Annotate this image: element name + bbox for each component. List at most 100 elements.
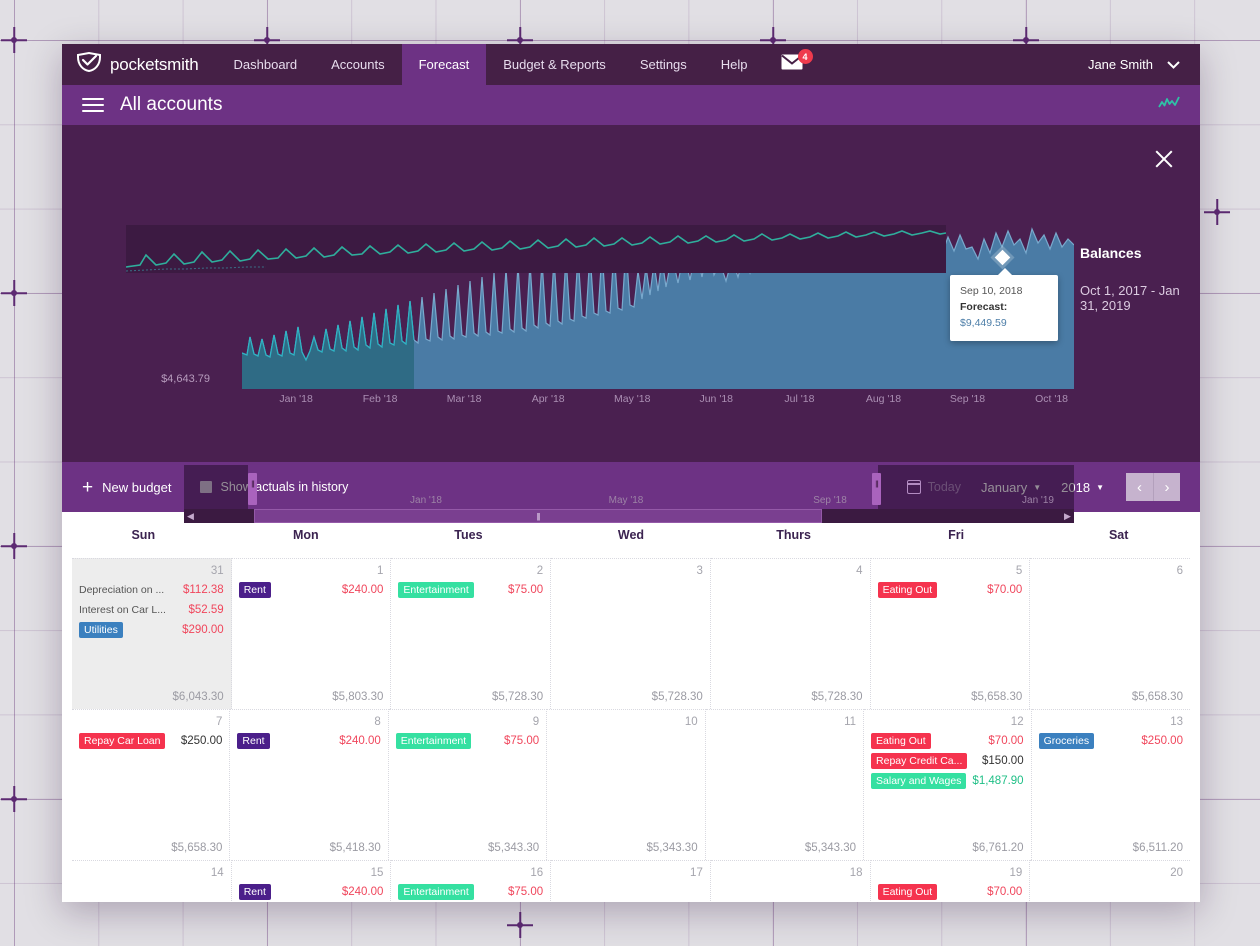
navigator-scrollbar[interactable]: ◀ ||| ▶ <box>184 509 1074 523</box>
day-balance: $6,043.30 <box>172 691 224 703</box>
navigator-handle-right[interactable] <box>872 473 881 505</box>
calendar-event[interactable]: Salary and Wages $1,487.90 <box>871 773 1024 789</box>
calendar-icon <box>906 480 921 494</box>
event-amount: $70.00 <box>988 735 1024 747</box>
calendar-day-cell[interactable]: 11 $5,343.30 <box>705 709 865 860</box>
calendar-day-cell[interactable]: 20 <box>1030 860 1190 902</box>
nav-item-dashboard[interactable]: Dashboard <box>217 44 315 85</box>
event-amount: $240.00 <box>341 886 384 898</box>
calendar-event[interactable]: Entertainment $75.00 <box>398 582 543 598</box>
calendar-day-cell[interactable]: 7 Repay Car Loan $250.00 $5,658.30 <box>72 709 231 860</box>
day-number: 6 <box>1176 565 1183 577</box>
event-label: Depreciation on ... <box>79 584 165 596</box>
calendar-day-cell[interactable]: 3 $5,728.30 <box>551 558 711 709</box>
x-tick-7: Aug '18 <box>865 393 902 405</box>
calendar-day-cell[interactable]: 4 $5,728.30 <box>710 558 871 709</box>
next-month-button[interactable]: › <box>1153 473 1180 501</box>
calendar-event[interactable]: Repay Credit Ca... $150.00 <box>871 753 1024 769</box>
calendar-event[interactable]: Eating Out $70.00 <box>871 733 1024 749</box>
messages-button[interactable]: 4 <box>765 44 819 85</box>
calendar-day-cell[interactable]: 19 Eating Out $70.00 <box>870 860 1031 902</box>
day-number: 19 <box>1009 867 1023 879</box>
day-number: 7 <box>215 716 223 728</box>
tooltip-value: $9,449.59 <box>960 316 1007 329</box>
calendar-event[interactable]: Depreciation on ... $112.38 <box>79 582 224 598</box>
chart-meta: Balances Oct 1, 2017 - Jan 31, 2019 <box>1080 245 1200 313</box>
calendar-day-cell[interactable]: 5 Eating Out $70.00 $5,658.30 <box>870 558 1031 709</box>
new-budget-button[interactable]: + New budget <box>82 478 172 497</box>
nav-item-settings[interactable]: Settings <box>623 44 704 85</box>
navigator-handle-left[interactable] <box>248 473 257 505</box>
calendar-event[interactable]: Utilities $290.00 <box>79 622 224 638</box>
calendar-event[interactable]: Interest on Car L... $52.59 <box>79 602 224 618</box>
event-label: Entertainment <box>398 582 474 598</box>
day-events: Groceries $250.00 <box>1038 733 1183 842</box>
calendar-day-cell[interactable]: 12 Eating Out $70.00 Repay Credit Ca... $150… <box>864 709 1032 860</box>
navigator-scroll-thumb[interactable]: ||| <box>254 509 822 523</box>
user-name: Jane Smith <box>1087 57 1153 72</box>
tooltip-forecast-row: Forecast: $9,449.59 <box>960 300 1048 332</box>
chevron-down-icon <box>1167 57 1180 72</box>
calendar-day-cell[interactable]: 6 $5,658.30 <box>1030 558 1190 709</box>
nav-left-arrow-icon[interactable]: ◀ <box>184 509 197 523</box>
x-tick-5: Jun '18 <box>699 393 733 405</box>
calendar-event[interactable]: Rent $240.00 <box>238 884 384 900</box>
calendar-day-cell[interactable]: 13 Groceries $250.00 $6,511.20 <box>1031 709 1190 860</box>
day-number: 8 <box>374 716 381 728</box>
x-tick-8: Sep '18 <box>949 393 986 405</box>
event-label: Entertainment <box>395 733 472 749</box>
calendar-event[interactable]: Rent $240.00 <box>237 733 381 749</box>
chart-navigator-track[interactable] <box>125 225 947 273</box>
x-tick-9: Oct '18 <box>1035 393 1068 405</box>
x-tick-0: Jan '18 <box>279 393 313 405</box>
navigator-label-3: Jan '19 <box>1022 495 1054 506</box>
event-label: Rent <box>238 582 271 598</box>
calendar-event[interactable]: Groceries $250.00 <box>1038 733 1183 749</box>
calendar-event[interactable]: Rent $240.00 <box>238 582 383 598</box>
weekday-wed: Wed <box>617 528 645 542</box>
nav-right-arrow-icon[interactable]: ▶ <box>1061 509 1074 523</box>
calendar-event[interactable]: Entertainment $75.00 <box>398 884 543 900</box>
weekday-tues: Tues <box>454 528 483 542</box>
line-chart-icon[interactable] <box>1158 96 1180 115</box>
calendar-day-cell[interactable]: 15 Rent $240.00 <box>231 860 392 902</box>
event-label: Eating Out <box>871 733 931 749</box>
chart-meta-range: Oct 1, 2017 - Jan 31, 2019 <box>1080 283 1180 313</box>
calendar-day-cell[interactable]: 31 Depreciation on ... $112.38 Interest on … <box>72 558 232 709</box>
nav-item-budget-reports[interactable]: Budget & Reports <box>486 44 623 85</box>
day-balance: $5,343.30 <box>804 842 857 854</box>
user-menu[interactable]: Jane Smith <box>1068 44 1200 85</box>
nav-item-forecast[interactable]: Forecast <box>401 44 487 85</box>
prev-month-button[interactable]: ‹ <box>1126 473 1153 501</box>
calendar-day-cell[interactable]: 16 Entertainment $75.00 <box>391 860 552 902</box>
calendar-day-cell[interactable]: 9 Entertainment $75.00 $5,343.30 <box>388 709 548 860</box>
chart-tooltip: Sep 10, 2018 Forecast: $9,449.59 <box>950 267 1058 342</box>
close-icon[interactable] <box>1152 147 1176 171</box>
calendar-day-cell[interactable]: 8 Rent $240.00 $5,418.30 <box>230 709 389 860</box>
event-label: Repay Car Loan <box>79 733 166 749</box>
nav-item-accounts[interactable]: Accounts <box>314 44 401 85</box>
brand-name: pocketsmith <box>110 54 199 74</box>
day-number: 10 <box>684 716 698 728</box>
calendar-event[interactable]: Eating Out $70.00 <box>877 884 1022 900</box>
calendar-day-cell[interactable]: 17 <box>551 860 711 902</box>
calendar-event[interactable]: Entertainment $75.00 <box>395 733 540 749</box>
calendar-event[interactable]: Eating Out $70.00 <box>877 582 1022 598</box>
event-amount: $75.00 <box>504 735 540 747</box>
calendar-day-cell[interactable]: 18 <box>710 860 871 902</box>
brand-logo[interactable]: pocketsmith <box>62 44 217 85</box>
hamburger-menu-icon[interactable] <box>82 94 104 116</box>
calendar-day-cell[interactable]: 10 $5,343.30 <box>547 709 706 860</box>
calendar-day-cell[interactable]: 1 Rent $240.00 $5,803.30 <box>231 558 392 709</box>
calendar-event[interactable]: Repay Car Loan $250.00 <box>79 733 222 749</box>
event-label: Interest on Car L... <box>79 604 166 616</box>
nav-item-help[interactable]: Help <box>704 44 765 85</box>
calendar-week-row: 14 15 Rent $240.00 16 Entertainment $75.00 17 18… <box>72 860 1190 902</box>
app-scrollbar[interactable] <box>1196 125 1200 902</box>
day-events: Eating Out $70.00 <box>877 582 1022 691</box>
calendar-day-cell[interactable]: 2 Entertainment $75.00 $5,728.30 <box>391 558 552 709</box>
day-number: 11 <box>844 716 857 728</box>
calendar-day-cell[interactable]: 14 <box>72 860 232 902</box>
calendar-week-row: 31 Depreciation on ... $112.38 Interest on … <box>72 558 1190 709</box>
day-events <box>718 884 863 902</box>
